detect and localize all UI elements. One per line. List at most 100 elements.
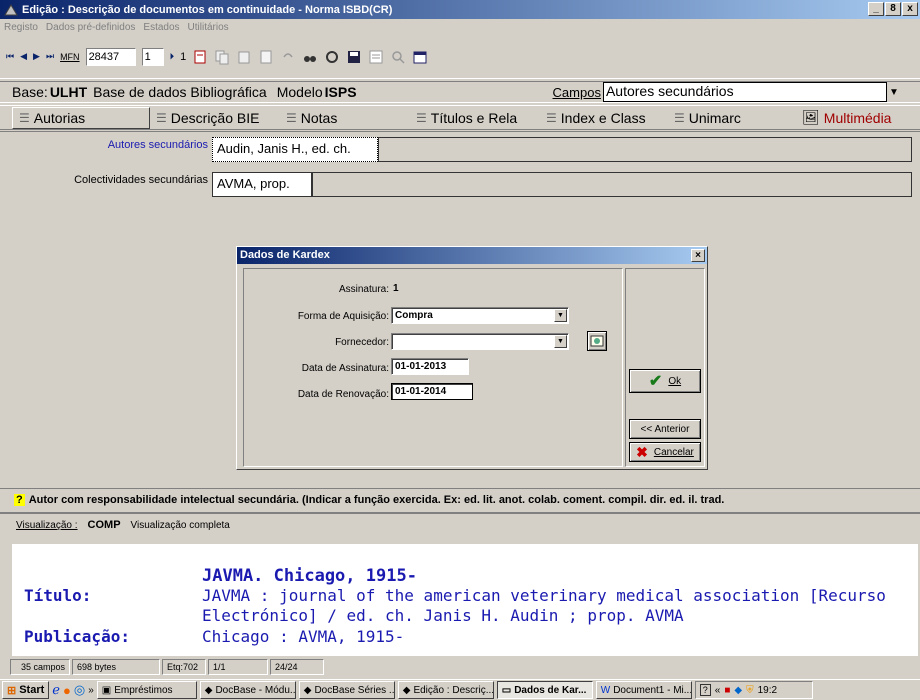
- chevron-right-icon[interactable]: »: [88, 685, 94, 696]
- colect-input[interactable]: AVMA, prop.: [212, 172, 312, 197]
- forma-label: Forma de Aquisição:: [297, 311, 389, 322]
- maximize-button[interactable]: 8: [885, 2, 901, 16]
- tab-label: Títulos e Rela: [430, 109, 518, 126]
- search-icon[interactable]: [390, 49, 406, 65]
- list-icon[interactable]: [368, 49, 384, 65]
- task-emprestimos[interactable]: ▣ Empréstimos: [96, 681, 197, 699]
- field-hint: ? Autor com responsabilidade intelectual…: [0, 488, 920, 510]
- ok-button[interactable]: ✔ Ok: [629, 369, 701, 393]
- campos-select[interactable]: Autores secundários: [602, 82, 887, 102]
- task-edicao[interactable]: ◆ Edição : Descriç...: [397, 681, 494, 699]
- clock: 19:2: [757, 684, 778, 696]
- anterior-button[interactable]: << Anterior: [629, 419, 701, 439]
- tray-app-icon[interactable]: ■: [724, 685, 730, 696]
- task-document1[interactable]: W Document1 - Mi...: [595, 681, 692, 699]
- titulo-label: Título:: [24, 586, 92, 605]
- menu-utilitarios[interactable]: Utilitários: [188, 22, 229, 33]
- print-icon[interactable]: [192, 49, 208, 65]
- tab-label: Multimédia: [823, 109, 892, 126]
- task-docbase-series[interactable]: ◆ DocBase Séries ...: [298, 681, 395, 699]
- menu-registo[interactable]: Registo: [4, 22, 38, 33]
- modelo-label: Modelo: [276, 84, 323, 100]
- dialog-close-button[interactable]: ×: [691, 249, 705, 262]
- forma-select[interactable]: Compra ▼: [391, 307, 569, 324]
- browser-icon[interactable]: ℯ: [52, 682, 60, 698]
- chevron-down-icon[interactable]: ▼: [554, 309, 567, 322]
- menu-estados[interactable]: Estados: [143, 22, 179, 33]
- record-input[interactable]: 1: [141, 47, 164, 66]
- close-button[interactable]: x: [902, 2, 918, 16]
- task-label: DocBase - Módu...: [215, 684, 296, 696]
- tab-autorias[interactable]: ☰ Autorias: [12, 106, 150, 129]
- firefox-icon[interactable]: ●: [63, 683, 71, 698]
- chevron-down-icon[interactable]: ▼: [889, 87, 899, 98]
- binoculars-icon[interactable]: [302, 49, 318, 65]
- goto-record-icon[interactable]: ⏵: [170, 51, 175, 62]
- paste-icon[interactable]: [236, 49, 252, 65]
- forma-value: Compra: [395, 310, 433, 321]
- colect-extra-field[interactable]: [312, 172, 912, 197]
- tabs-bar: ☰ Autorias ☰ Descrição BIE ☰ Notas ☰ Tít…: [0, 105, 920, 130]
- cancelar-button[interactable]: ✖ Cancelar: [629, 442, 701, 462]
- last-record-icon[interactable]: ⏭: [46, 51, 54, 62]
- first-record-icon[interactable]: ⏮: [6, 51, 14, 62]
- base-label: Base:: [12, 84, 48, 100]
- prev-record-icon[interactable]: ◀: [20, 51, 27, 62]
- campos-label: Campos: [552, 84, 601, 100]
- tray-security-icon[interactable]: ⛨: [746, 685, 754, 696]
- task-docbase-modulo[interactable]: ◆ DocBase - Módu...: [199, 681, 296, 699]
- data-assinatura-input[interactable]: 01-01-2013: [391, 358, 469, 375]
- list-lines-icon: ☰: [546, 110, 557, 125]
- record-total: 1: [180, 50, 187, 63]
- titulo-value-line1: JAVMA : journal of the american veterina…: [202, 586, 886, 605]
- task-dados-kardex[interactable]: ▭ Dados de Kar...: [496, 681, 593, 699]
- help-icon[interactable]: ?: [699, 684, 711, 696]
- start-button[interactable]: ⊞ Start: [2, 681, 50, 699]
- fornecedor-select[interactable]: ▼: [391, 333, 569, 350]
- minimize-button[interactable]: _: [868, 2, 884, 16]
- autores-extra-field[interactable]: [378, 137, 912, 162]
- visualization-code[interactable]: COMP: [88, 519, 121, 531]
- calendar-icon[interactable]: [412, 49, 428, 65]
- app-icon: ▣: [101, 684, 112, 696]
- tab-notas[interactable]: ☰ Notas: [280, 107, 410, 129]
- tab-multimedia[interactable]: 🖼 Multimédia: [796, 107, 891, 129]
- list-lines-icon: ☰: [286, 110, 297, 125]
- tab-unimarc[interactable]: ☰ Unimarc: [668, 107, 796, 129]
- visualization-content: JAVMA. Chicago, 1915- Título: JAVMA : jo…: [12, 544, 918, 656]
- tab-label: Notas: [300, 109, 338, 126]
- next-record-icon[interactable]: ▶: [33, 51, 40, 62]
- copy-icon[interactable]: [214, 49, 230, 65]
- app-icon: ◆: [204, 684, 213, 696]
- tab-label: Index e Class: [560, 109, 646, 126]
- system-tray: ? « ■ ◆ ⛨ 19:2: [694, 681, 813, 699]
- tray-network-icon[interactable]: ◆: [734, 685, 742, 696]
- tab-index[interactable]: ☰ Index e Class: [540, 107, 668, 129]
- assinatura-label: Assinatura:: [338, 284, 389, 295]
- status-campos: 35 campos: [10, 659, 70, 675]
- chevron-left-icon[interactable]: «: [715, 685, 721, 696]
- mfn-label: MFN: [60, 51, 80, 62]
- undo-icon[interactable]: [280, 49, 296, 65]
- save-icon[interactable]: [346, 49, 362, 65]
- task-label: DocBase Séries ...: [314, 684, 395, 696]
- quicklaunch-icon[interactable]: ◎: [74, 682, 85, 698]
- ok-label: Ok: [668, 375, 682, 387]
- chevron-down-icon[interactable]: ▼: [554, 335, 567, 348]
- toolbar: ⏮ ◀ ▶ ⏭ MFN 28437 1 ⏵ 1: [0, 35, 920, 79]
- base-bar: Base: ULHT Base de dados Bibliográfica M…: [0, 81, 920, 103]
- titulo-value-line2: Electrónico] / ed. ch. Janis H. Audin ; …: [202, 606, 684, 625]
- window-title: Edição : Descrição de documentos em cont…: [22, 3, 393, 16]
- status-bytes: 698 bytes: [72, 659, 160, 675]
- view-icon[interactable]: [324, 49, 340, 65]
- menu-dados-pre-definidos[interactable]: Dados pré-definidos: [46, 22, 136, 33]
- question-icon: ?: [14, 493, 25, 506]
- tab-titulos[interactable]: ☰ Títulos e Rela: [410, 107, 540, 129]
- multimedia-icon: 🖼: [802, 109, 820, 125]
- mfn-input[interactable]: 28437: [85, 47, 136, 66]
- document-icon[interactable]: [258, 49, 274, 65]
- autores-input[interactable]: Audin, Janis H., ed. ch.: [212, 137, 378, 162]
- fornecedor-lookup-icon[interactable]: [587, 331, 607, 351]
- data-renovacao-input[interactable]: 01-01-2014: [391, 383, 473, 400]
- tab-descricao[interactable]: ☰ Descrição BIE: [150, 107, 280, 129]
